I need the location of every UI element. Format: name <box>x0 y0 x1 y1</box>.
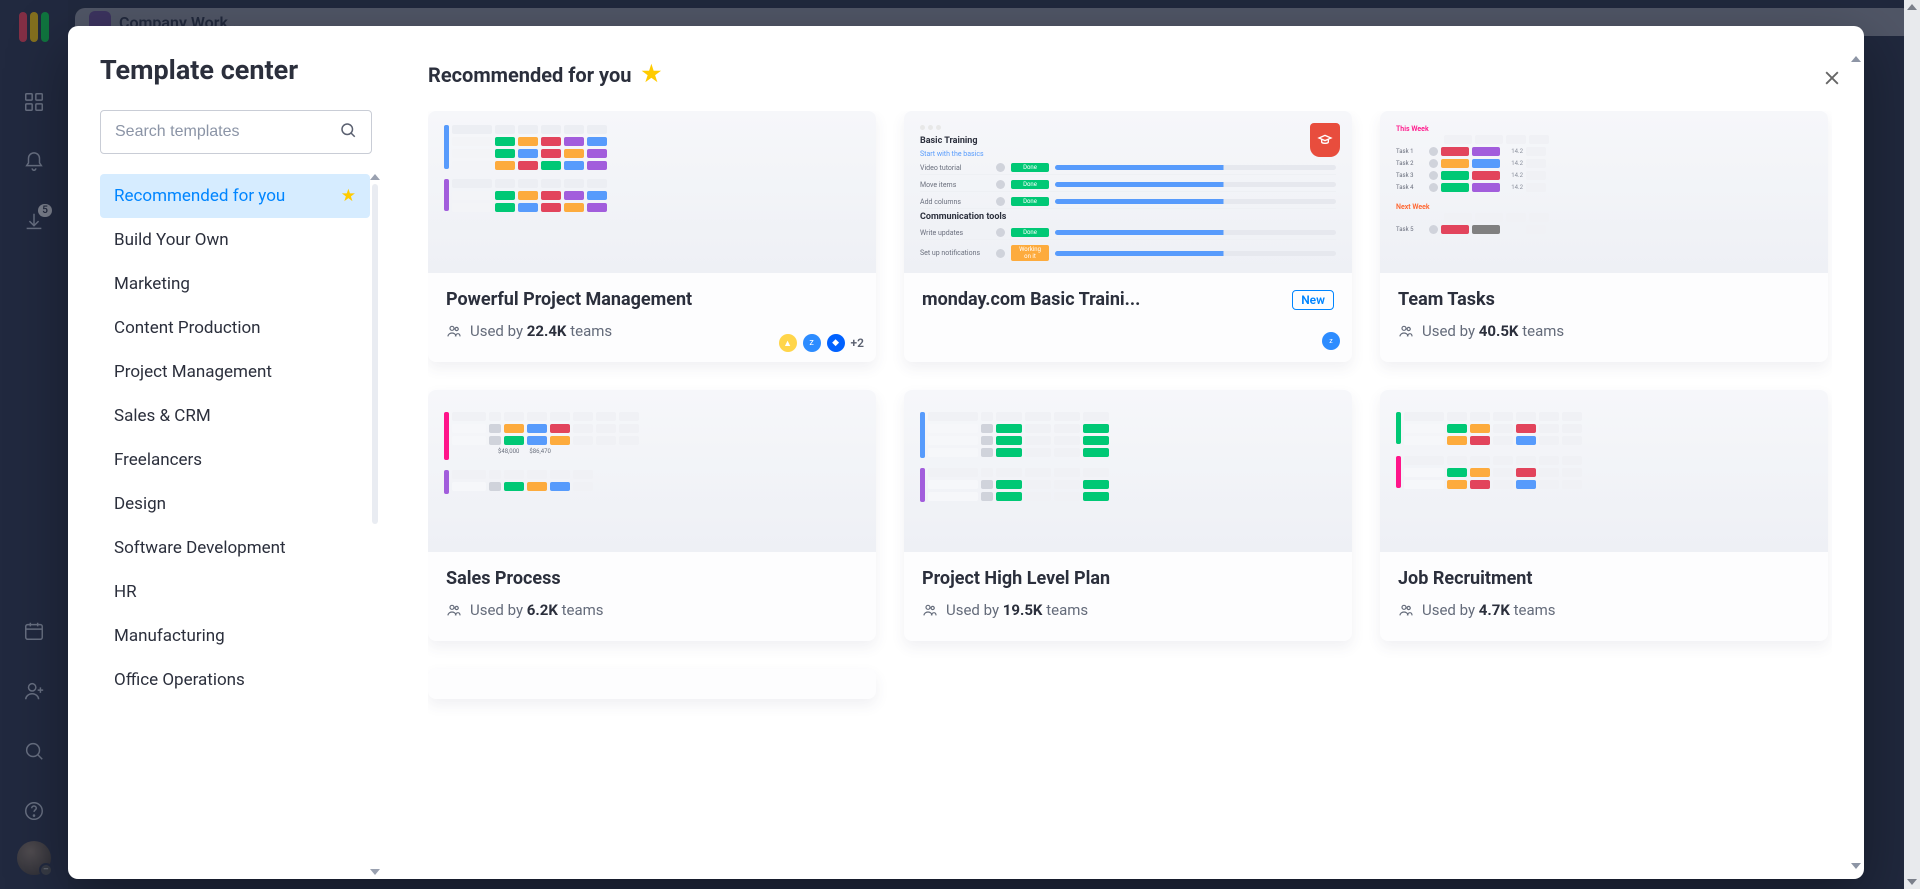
gdrive-icon: ▲ <box>779 334 797 352</box>
search-templates-field[interactable] <box>115 123 339 141</box>
category-label: Manufacturing <box>114 626 225 646</box>
template-card-basic-training[interactable]: Basic TrainingStart with the basicsVideo… <box>904 111 1352 362</box>
users-icon <box>922 602 938 618</box>
category-software-dev[interactable]: Software Development <box>100 526 370 570</box>
star-icon: ★ <box>341 186 356 206</box>
category-label: Software Development <box>114 538 286 558</box>
users-icon <box>446 602 462 618</box>
template-preview <box>428 111 876 273</box>
template-cards-grid: ▲ z ◆ +2 Powerful Project Management Use… <box>428 111 1832 719</box>
category-label: Project Management <box>114 362 272 382</box>
search-icon <box>339 121 357 143</box>
section-title: Recommended for you ★ <box>428 62 1832 87</box>
category-design[interactable]: Design <box>100 482 370 526</box>
template-usage: Used by 6.2K teams <box>446 601 858 619</box>
category-label: Recommended for you <box>114 186 285 206</box>
category-label: Design <box>114 494 166 514</box>
category-manufacturing[interactable]: Manufacturing <box>100 614 370 658</box>
new-badge: New <box>1292 290 1334 310</box>
category-sales-crm[interactable]: Sales & CRM <box>100 394 370 438</box>
template-preview: This WeekTask 114.2Task 214.2Task 314.2T… <box>1380 111 1828 273</box>
zoom-icon: z <box>803 334 821 352</box>
template-preview <box>1380 390 1828 552</box>
template-card-high-level-plan[interactable]: Project High Level Plan Used by 19.5K te… <box>904 390 1352 641</box>
category-scrollbar[interactable] <box>372 184 378 524</box>
category-recommended[interactable]: Recommended for you ★ <box>100 174 370 218</box>
template-card-team-tasks[interactable]: This WeekTask 114.2Task 214.2Task 314.2T… <box>1380 111 1828 362</box>
category-content-production[interactable]: Content Production <box>100 306 370 350</box>
template-preview <box>904 390 1352 552</box>
template-usage: Used by 19.5K teams <box>922 601 1334 619</box>
template-card-project-management[interactable]: ▲ z ◆ +2 Powerful Project Management Use… <box>428 111 876 362</box>
category-label: Freelancers <box>114 450 202 470</box>
dropbox-icon: ◆ <box>827 334 845 352</box>
category-label: Build Your Own <box>114 230 229 250</box>
category-project-management[interactable]: Project Management <box>100 350 370 394</box>
close-button[interactable] <box>1822 68 1842 92</box>
template-title: Job Recruitment <box>1398 568 1810 589</box>
users-icon <box>1398 602 1414 618</box>
category-office-operations[interactable]: Office Operations <box>100 658 370 702</box>
template-card-job-recruitment[interactable]: Job Recruitment Used by 4.7K teams <box>1380 390 1828 641</box>
category-label: Office Operations <box>114 670 245 690</box>
academy-badge-icon <box>1310 123 1340 157</box>
section-title-label: Recommended for you <box>428 63 631 87</box>
users-icon <box>1398 323 1414 339</box>
category-label: Marketing <box>114 274 190 294</box>
category-label: HR <box>114 582 137 602</box>
template-preview: $48,000$86,470 <box>428 390 876 552</box>
template-card-peek[interactable] <box>428 669 876 699</box>
star-icon: ★ <box>641 62 661 87</box>
category-label: Content Production <box>114 318 261 338</box>
category-hr[interactable]: HR <box>100 570 370 614</box>
template-card-sales-process[interactable]: $48,000$86,470 Sales Process Used by 6.2… <box>428 390 876 641</box>
template-title: Powerful Project Management <box>446 289 858 310</box>
integration-more: +2 <box>851 336 864 350</box>
template-title: Project High Level Plan <box>922 568 1334 589</box>
category-freelancers[interactable]: Freelancers <box>100 438 370 482</box>
template-usage: Used by 4.7K teams <box>1398 601 1810 619</box>
template-usage: Used by 40.5K teams <box>1398 322 1810 340</box>
template-preview: Basic TrainingStart with the basicsVideo… <box>904 111 1352 273</box>
template-title: Sales Process <box>446 568 858 589</box>
category-label: Sales & CRM <box>114 406 211 426</box>
modal-title: Template center <box>100 54 372 86</box>
template-center-modal: Template center Recommended for you ★ Bu… <box>68 26 1864 879</box>
modal-scrollbar[interactable] <box>1851 56 1861 869</box>
template-title: monday.com Basic Traini... <box>922 289 1282 310</box>
users-icon <box>446 323 462 339</box>
window-scrollbar[interactable] <box>1904 0 1920 889</box>
template-title: Team Tasks <box>1398 289 1810 310</box>
integration-chips: ▲ z ◆ +2 <box>779 334 864 352</box>
zoom-icon: z <box>1322 332 1340 350</box>
category-list: Recommended for you ★ Build Your Own Mar… <box>100 174 372 879</box>
category-build-your-own[interactable]: Build Your Own <box>100 218 370 262</box>
category-marketing[interactable]: Marketing <box>100 262 370 306</box>
search-templates-input[interactable] <box>100 110 372 154</box>
